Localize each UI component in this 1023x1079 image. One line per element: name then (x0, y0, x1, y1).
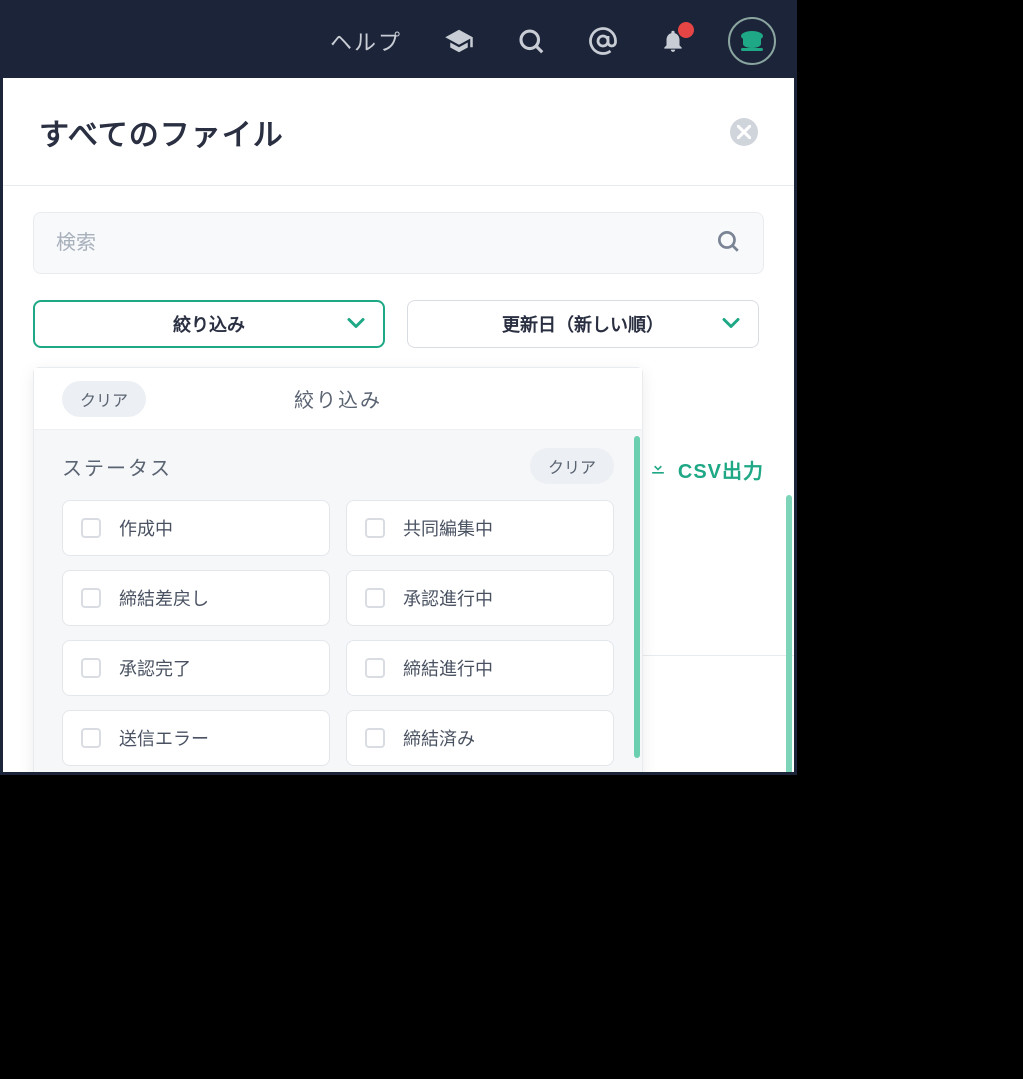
status-option[interactable]: 送信エラー (62, 710, 330, 766)
status-label: 承認完了 (119, 655, 191, 681)
checkbox[interactable] (81, 518, 101, 538)
csv-export-label: CSV出力 (678, 455, 764, 484)
checkbox[interactable] (365, 588, 385, 608)
panel-scrollbar[interactable] (634, 436, 640, 758)
status-option[interactable]: 承認進行中 (346, 570, 614, 626)
sort-dropdown-label: 更新日（新しい順） (502, 311, 664, 337)
page-scrollbar[interactable] (786, 495, 792, 775)
search-icon[interactable] (516, 26, 546, 56)
status-grid: 作成中 共同編集中 締結差戻し 承認進行中 承認完了 (62, 500, 614, 766)
status-label: 送信エラー (119, 725, 209, 751)
checkbox[interactable] (81, 588, 101, 608)
chevron-down-icon (722, 314, 740, 335)
status-section-header: ステータス クリア (62, 448, 614, 484)
notification-badge (678, 22, 694, 38)
filter-dropdown-label: 絞り込み (173, 311, 245, 337)
csv-export-button[interactable]: CSV出力 (648, 455, 764, 484)
status-section-title: ステータス (62, 452, 172, 481)
help-link[interactable]: ヘルプ (330, 25, 402, 57)
filter-panel-body: ステータス クリア 作成中 共同編集中 締結差戻し 承認進行中 (34, 430, 642, 775)
status-option[interactable]: 承認完了 (62, 640, 330, 696)
filter-row: 絞り込み 更新日（新しい順） (33, 300, 764, 348)
academy-icon[interactable] (444, 26, 474, 56)
search-icon[interactable] (715, 228, 741, 259)
close-button[interactable] (730, 118, 758, 146)
content-area: 絞り込み 更新日（新しい順） (3, 186, 794, 348)
checkbox[interactable] (365, 518, 385, 538)
checkbox[interactable] (81, 658, 101, 678)
status-label: 締結差戻し (119, 585, 209, 611)
status-label: 承認進行中 (403, 585, 493, 611)
search-input[interactable] (56, 232, 715, 255)
page-header: すべてのファイル (3, 78, 794, 186)
filter-panel-title: 絞り込み (294, 384, 382, 413)
status-label: 締結進行中 (403, 655, 493, 681)
mention-icon[interactable] (588, 26, 618, 56)
status-option[interactable]: 作成中 (62, 500, 330, 556)
page-title: すべてのファイル (39, 110, 284, 154)
close-icon (737, 125, 751, 139)
filter-dropdown[interactable]: 絞り込み (33, 300, 385, 348)
checkbox[interactable] (81, 728, 101, 748)
search-bar[interactable] (33, 212, 764, 274)
bell-icon[interactable] (660, 28, 686, 54)
checkbox[interactable] (365, 658, 385, 678)
chevron-down-icon (347, 314, 365, 335)
filter-panel-header: クリア 絞り込み (34, 368, 642, 430)
app-window: ヘルプ すべてのファイル (0, 0, 797, 775)
sort-dropdown[interactable]: 更新日（新しい順） (407, 300, 759, 348)
status-label: 作成中 (119, 515, 173, 541)
topbar: ヘルプ (3, 3, 794, 78)
avatar[interactable] (728, 17, 776, 65)
status-option[interactable]: 共同編集中 (346, 500, 614, 556)
status-option[interactable]: 締結進行中 (346, 640, 614, 696)
filter-panel: クリア 絞り込み ステータス クリア 作成中 共同編集中 締結差 (33, 367, 643, 775)
clear-all-button[interactable]: クリア (62, 381, 146, 417)
status-label: 共同編集中 (403, 515, 493, 541)
status-option[interactable]: 締結済み (346, 710, 614, 766)
download-icon (648, 457, 668, 483)
status-clear-button[interactable]: クリア (530, 448, 614, 484)
checkbox[interactable] (365, 728, 385, 748)
status-option[interactable]: 締結差戻し (62, 570, 330, 626)
status-label: 締結済み (403, 725, 475, 751)
